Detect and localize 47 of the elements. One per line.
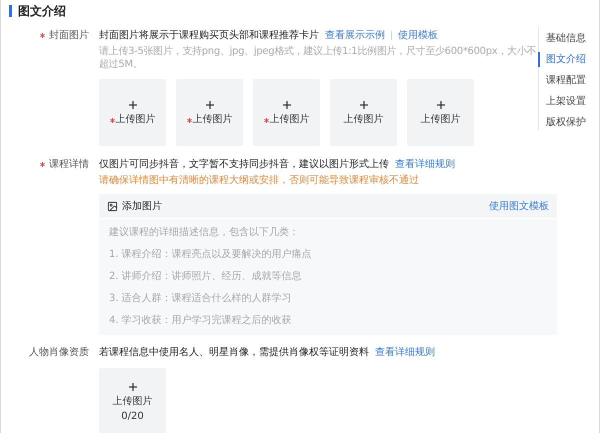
plus-icon xyxy=(280,99,292,111)
warning-text: 请确保详情图中有清晰的课程大纲或安排，否则可能导致课程审核不通过 xyxy=(99,174,420,188)
plus-icon xyxy=(126,99,138,111)
upload-tile[interactable]: 上传图片 xyxy=(176,79,243,146)
plus-icon xyxy=(358,99,370,111)
upload-tile[interactable]: 上传图片 xyxy=(253,79,320,146)
side-nav-item[interactable]: 上架设置 xyxy=(538,94,595,109)
field-label: 封面图片 xyxy=(49,28,89,42)
tile-label: 上传图片 xyxy=(420,114,460,126)
upload-hint: 请上传3-5张图片，支持png、jpg、jpeg格式，建议上传1:1比例图片，尺寸至少600*600px，大小不超过5M。 xyxy=(99,45,538,71)
field-description: 封面图片将展示于课程购买页头部和课程推荐卡片 xyxy=(99,28,319,42)
placeholder-text: 1. 课程介绍：课程亮点以及要解决的用户痛点 xyxy=(109,248,313,262)
tile-label: 上传图片 xyxy=(116,114,156,126)
side-nav-item[interactable]: 基础信息 xyxy=(538,31,595,46)
plus-icon xyxy=(126,380,138,392)
field-description: 仅图片可同步抖音，文字暂不支持同步抖音，建议以图片形式上传 xyxy=(99,158,389,171)
title-accent-bar xyxy=(9,5,12,17)
image-icon xyxy=(107,200,118,212)
template-link[interactable]: 使用图文模板 xyxy=(489,199,549,213)
upload-tile[interactable]: 上传图片 xyxy=(330,79,397,146)
field-label: 人物肖像资质 xyxy=(29,346,89,359)
text-link[interactable]: 查看详细规则 xyxy=(395,157,455,171)
side-nav-item[interactable]: 课程配置 xyxy=(538,73,595,88)
add-image-button[interactable]: 添加图片 xyxy=(107,199,162,213)
tile-label: 上传图片 xyxy=(192,114,232,126)
section-title: 图文介绍 xyxy=(18,2,66,20)
plus-icon xyxy=(434,99,446,111)
field-description: 若课程信息中使用名人、明星肖像，需提供肖像权等证明资料 xyxy=(99,346,369,359)
text-link[interactable]: 查看展示示例 xyxy=(325,28,385,42)
text-link[interactable]: 使用模板 xyxy=(398,28,438,42)
text-link[interactable]: 查看详细规则 xyxy=(375,345,435,359)
tile-label: 上传图片 xyxy=(270,114,310,126)
placeholder-text: 4. 学习收获：用户学习完课程之后的收获 xyxy=(109,314,293,328)
placeholder-text: 建议课程的详细描述信息，包含以下几类： xyxy=(109,226,300,240)
upload-count: 0/20 xyxy=(121,410,144,422)
upload-tile[interactable]: 上传图片 xyxy=(99,79,166,146)
upload-tile[interactable]: 上传图片 0/20 xyxy=(99,368,166,433)
tile-label: 上传图片 xyxy=(344,114,384,126)
side-nav-item[interactable]: 版权保护 xyxy=(538,115,595,130)
placeholder-text: 3. 适合人群：课程适合什么样的人群学习 xyxy=(109,292,293,306)
plus-icon xyxy=(204,99,216,111)
rich-text-editor[interactable]: 添加图片 使用图文模板 建议课程的详细描述信息，包含以下几类： 1. 课程介绍：课程亮点以及要解决的用户痛点 2. 讲师介绍：讲师照片、经历、成就等信息 3. 适合人群：课程适合什么样的人群学习 4. 学习收获：用户学习完课程之后的收获 xyxy=(99,194,557,335)
tile-label: 上传图片 xyxy=(112,396,152,408)
side-nav-item[interactable]: 图文介绍 xyxy=(538,52,595,67)
upload-tile[interactable]: 上传图片 xyxy=(407,79,474,146)
field-label: 课程详情 xyxy=(49,158,89,171)
placeholder-text: 2. 讲师介绍：讲师照片、经历、成就等信息 xyxy=(109,270,303,284)
